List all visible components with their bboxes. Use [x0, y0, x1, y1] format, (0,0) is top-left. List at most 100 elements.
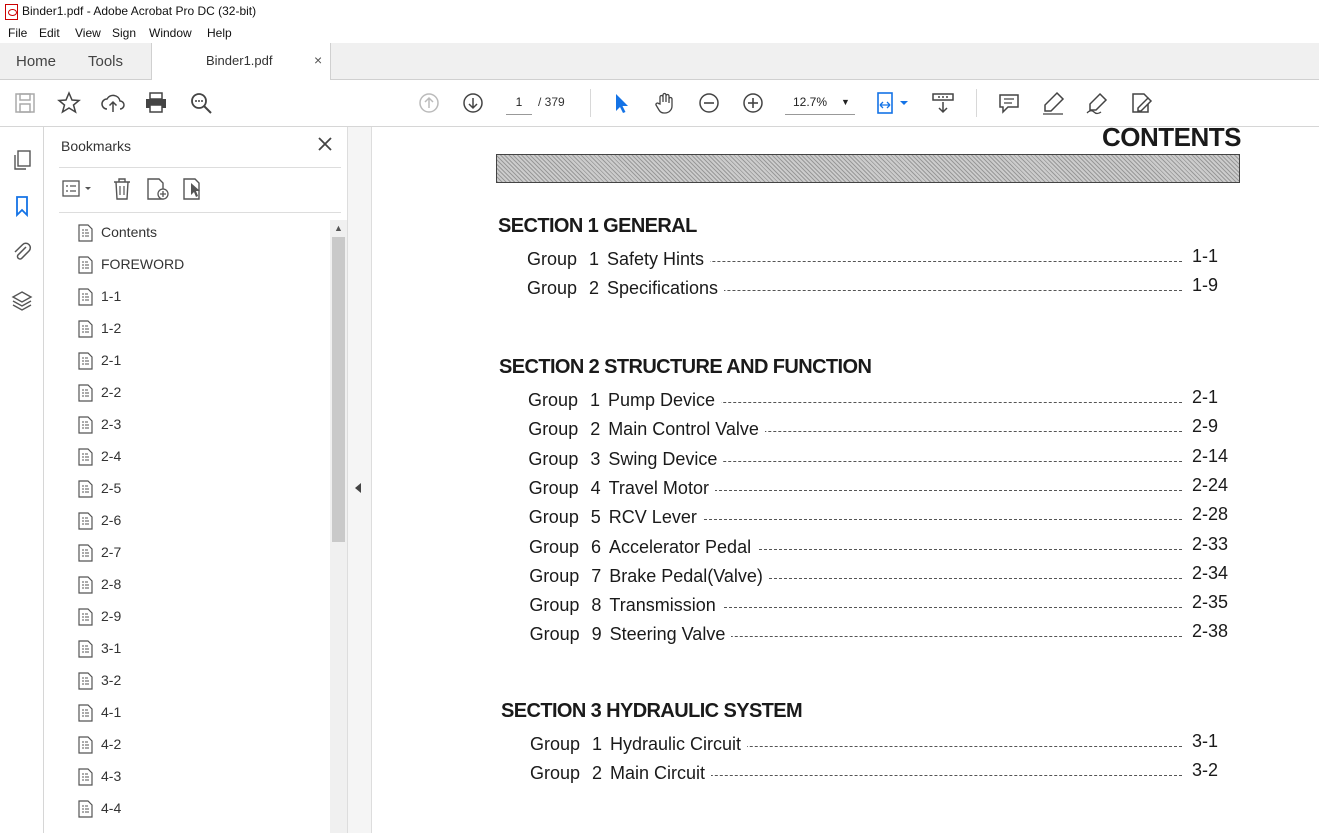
- group-label: Group: [527, 278, 578, 299]
- menu-file[interactable]: File: [8, 26, 27, 40]
- bookmark-label: 2-6: [101, 512, 122, 528]
- find-bookmark-icon[interactable]: [181, 177, 207, 206]
- tab-document[interactable]: Binder1.pdf ×: [151, 43, 331, 80]
- bookmark-options-icon[interactable]: [61, 178, 95, 205]
- bookmark-item[interactable]: 4-1: [75, 700, 325, 724]
- menu-edit[interactable]: Edit: [39, 26, 60, 40]
- bookmark-item[interactable]: 2-5: [75, 476, 325, 500]
- panel-divider: [59, 167, 341, 168]
- bookmark-page-icon: [78, 800, 94, 818]
- select-cursor-icon[interactable]: [608, 90, 634, 116]
- document-view[interactable]: CONTENTS SECTION 1 GENERAL Group 1 Safety H…: [372, 127, 1319, 833]
- bookmark-item[interactable]: 4-4: [75, 796, 325, 820]
- bookmark-page-icon: [78, 256, 94, 274]
- zoom-out-icon[interactable]: [696, 90, 722, 116]
- comment-icon[interactable]: [996, 90, 1022, 116]
- group-number: 9: [591, 624, 602, 645]
- bookmark-item[interactable]: 2-2: [75, 380, 325, 404]
- group-number: 7: [591, 565, 602, 586]
- tab-document-label: Binder1.pdf: [206, 53, 273, 68]
- bookmark-page-icon: [78, 416, 94, 434]
- bookmark-page-icon: [78, 352, 94, 370]
- highlight-pen-icon[interactable]: [1040, 90, 1066, 116]
- tab-home[interactable]: Home: [16, 43, 56, 80]
- bookmark-item[interactable]: Contents: [75, 220, 325, 244]
- toolbar-separator: [976, 89, 977, 117]
- bookmark-item[interactable]: 1-1: [75, 284, 325, 308]
- panel-divider: [59, 212, 341, 213]
- group-number: 5: [590, 507, 601, 528]
- new-bookmark-icon[interactable]: [145, 177, 171, 206]
- panel-collapse-handle[interactable]: [347, 127, 372, 833]
- edit-pdf-icon[interactable]: [1128, 90, 1154, 116]
- bookmark-icon[interactable]: [10, 194, 34, 218]
- bookmark-item[interactable]: 3-2: [75, 668, 325, 692]
- group-label: Group: [530, 763, 581, 784]
- contents-row: Group 7 Brake Pedal(Valve) 2-34: [529, 563, 1249, 590]
- menu-view[interactable]: View: [75, 26, 101, 40]
- bookmark-label: 4-1: [101, 704, 122, 720]
- zoom-in-icon[interactable]: [740, 90, 766, 116]
- bookmarks-scrollbar[interactable]: ▲: [330, 220, 347, 833]
- group-label: Group: [529, 595, 580, 616]
- delete-bookmark-icon[interactable]: [111, 177, 133, 206]
- print-icon[interactable]: [143, 90, 169, 116]
- bookmark-item[interactable]: 4-3: [75, 764, 325, 788]
- section-title: SECTION 1 GENERAL: [498, 215, 697, 237]
- scroll-up-icon[interactable]: ▲: [330, 220, 347, 237]
- layers-icon[interactable]: [10, 289, 34, 313]
- bookmark-item[interactable]: 2-1: [75, 348, 325, 372]
- bookmark-item[interactable]: 3-1: [75, 636, 325, 660]
- group-number: 6: [591, 536, 602, 557]
- attachment-icon[interactable]: [10, 240, 34, 264]
- bookmark-item[interactable]: 2-8: [75, 572, 325, 596]
- sign-pen-icon[interactable]: [1084, 90, 1110, 116]
- close-icon[interactable]: [317, 136, 333, 152]
- bookmark-page-icon: [78, 736, 94, 754]
- bookmark-page-icon: [78, 544, 94, 562]
- bookmark-item[interactable]: 2-3: [75, 412, 325, 436]
- bookmark-item[interactable]: 2-7: [75, 540, 325, 564]
- tab-close-icon[interactable]: ×: [314, 52, 322, 68]
- group-label: Group: [529, 565, 580, 586]
- bookmark-label: 2-7: [101, 544, 122, 560]
- group-name: Accelerator Pedal: [609, 536, 758, 558]
- hand-tool-icon[interactable]: [652, 90, 678, 116]
- bookmark-label: 2-5: [101, 480, 122, 496]
- tab-tools[interactable]: Tools: [88, 43, 123, 80]
- scroll-mode-icon[interactable]: [930, 90, 956, 116]
- bookmark-item[interactable]: FOREWORD: [75, 252, 325, 276]
- bookmark-page-icon: [78, 608, 94, 626]
- bookmark-item[interactable]: 2-9: [75, 604, 325, 628]
- page-reference: 3-2: [1192, 760, 1219, 781]
- menu-help[interactable]: Help: [207, 26, 232, 40]
- bookmark-label: 2-8: [101, 576, 122, 592]
- bookmark-item[interactable]: 1-2: [75, 316, 325, 340]
- group-label: Group: [529, 536, 580, 557]
- menu-window[interactable]: Window: [149, 26, 192, 40]
- star-icon[interactable]: [56, 90, 82, 116]
- bookmark-item[interactable]: 2-6: [75, 508, 325, 532]
- page-number-input[interactable]: 1: [506, 90, 532, 115]
- page-thumbnails-icon[interactable]: [10, 148, 34, 172]
- contents-row: Group 4 Travel Motor 2-24: [529, 474, 1249, 502]
- scrollbar-thumb[interactable]: [332, 237, 345, 542]
- bookmark-label: 2-2: [101, 384, 122, 400]
- next-page-icon[interactable]: [460, 90, 486, 116]
- zoom-search-icon[interactable]: [188, 90, 214, 116]
- title-bar: Binder1.pdf - Adobe Acrobat Pro DC (32-b…: [0, 0, 1319, 24]
- save-icon[interactable]: [12, 90, 38, 116]
- bookmark-item[interactable]: 2-4: [75, 444, 325, 468]
- group-name: Hydraulic Circuit: [610, 734, 748, 755]
- bookmark-page-icon: [78, 480, 94, 498]
- group-name: Transmission: [609, 595, 722, 617]
- zoom-dropdown[interactable]: 12.7% ▼: [785, 90, 855, 115]
- upload-cloud-icon[interactable]: [100, 90, 126, 116]
- fit-page-icon[interactable]: [874, 90, 914, 116]
- page-reference: 2-24: [1191, 474, 1229, 495]
- menu-sign[interactable]: Sign: [112, 26, 136, 40]
- main-toolbar: 1 / 379 12.7% ▼: [0, 80, 1319, 127]
- bookmark-item[interactable]: 4-2: [75, 732, 325, 756]
- group-number: 2: [590, 419, 601, 440]
- previous-page-icon[interactable]: [416, 90, 442, 116]
